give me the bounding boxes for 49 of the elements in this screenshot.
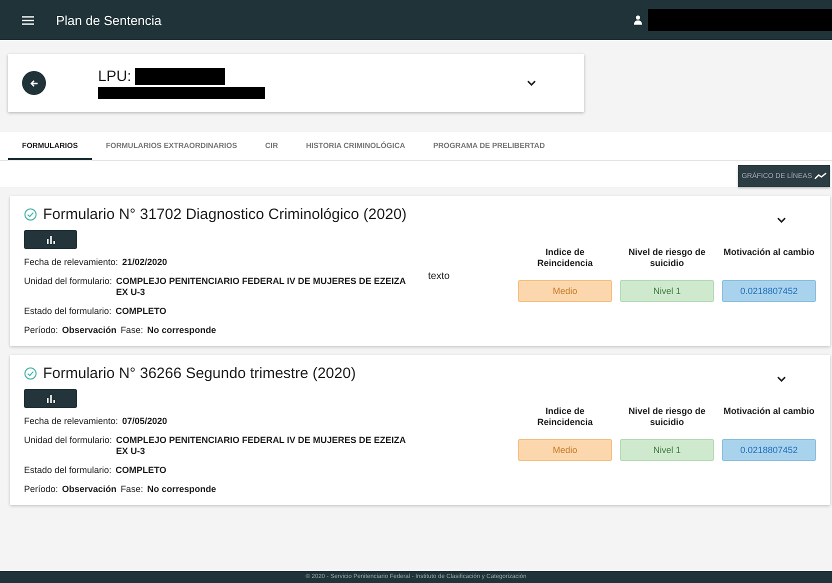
bar-chart-icon (46, 394, 56, 402)
form-title: Formulario N° 36266 Segundo trimestre (2020) (43, 365, 356, 382)
field-value: 07/05/2020 (122, 416, 168, 427)
indicator-value: 0.0218807452 (722, 439, 816, 461)
chart-button[interactable] (24, 230, 77, 249)
app-title: Plan de Sentencia (56, 12, 162, 28)
indicator-value: Nivel 1 (620, 439, 714, 461)
field-label: Estado del formulario: (24, 465, 112, 475)
indicator-value: Medio (518, 280, 612, 302)
field-value: COMPLEJO PENITENCIARIO FEDERAL IV DE MUJERES DE EZEIZA EX U-3 (116, 435, 407, 457)
field-label: Fecha de relevamiento: (24, 257, 118, 267)
indicator-title: Nivel de riesgo de suicidio (627, 406, 707, 429)
bar-chart-icon (46, 236, 56, 244)
field-value: No corresponde (147, 484, 216, 495)
field-label: Período: (24, 484, 58, 494)
chevron-down-icon[interactable] (777, 376, 786, 382)
chart-button[interactable] (24, 389, 77, 408)
user-icon[interactable] (634, 15, 642, 25)
field-value: COMPLETO (116, 465, 166, 476)
field-value: COMPLETO (116, 306, 166, 317)
line-chart-icon (814, 172, 827, 180)
indicator-value: Nivel 1 (620, 280, 714, 302)
field-label: Estado del formulario: (24, 306, 112, 316)
field-label: Fase: (120, 325, 144, 335)
field-value: 21/02/2020 (122, 257, 168, 268)
field-value: Observación (62, 325, 117, 336)
menu-icon[interactable] (22, 16, 34, 24)
chevron-down-icon[interactable] (777, 216, 786, 222)
field-label: Fecha de relevamiento: (24, 416, 118, 426)
field-label: Período: (24, 325, 58, 335)
indicator-title: Nivel de riesgo de suicidio (627, 247, 707, 270)
field-label: Unidad del formulario: (24, 276, 112, 286)
chevron-down-icon[interactable] (527, 80, 536, 86)
field-value: Observación (62, 484, 117, 495)
indicator-value: 0.0218807452 (722, 280, 816, 302)
lpu-label: LPU: (98, 68, 132, 84)
field-value: No corresponde (147, 325, 216, 336)
back-button[interactable] (22, 71, 46, 95)
arrow-left-icon (30, 78, 38, 88)
field-value: COMPLEJO PENITENCIARIO FEDERAL IV DE MUJERES DE EZEIZA EX U-3 (116, 276, 407, 298)
note-text: texto (428, 271, 450, 282)
indicator-title: Indice de Reincidencia (536, 406, 594, 429)
indicator-value: Medio (518, 439, 612, 461)
form-title: Formulario N° 31702 Diagnostico Criminológico (2020) (43, 206, 407, 223)
indicator-title: Motivación al cambio (723, 247, 815, 259)
field-label: Unidad del formulario: (24, 435, 112, 445)
indicator-title: Motivación al cambio (723, 406, 815, 418)
field-label: Fase: (120, 484, 144, 494)
indicator-title: Indice de Reincidencia (536, 247, 594, 270)
